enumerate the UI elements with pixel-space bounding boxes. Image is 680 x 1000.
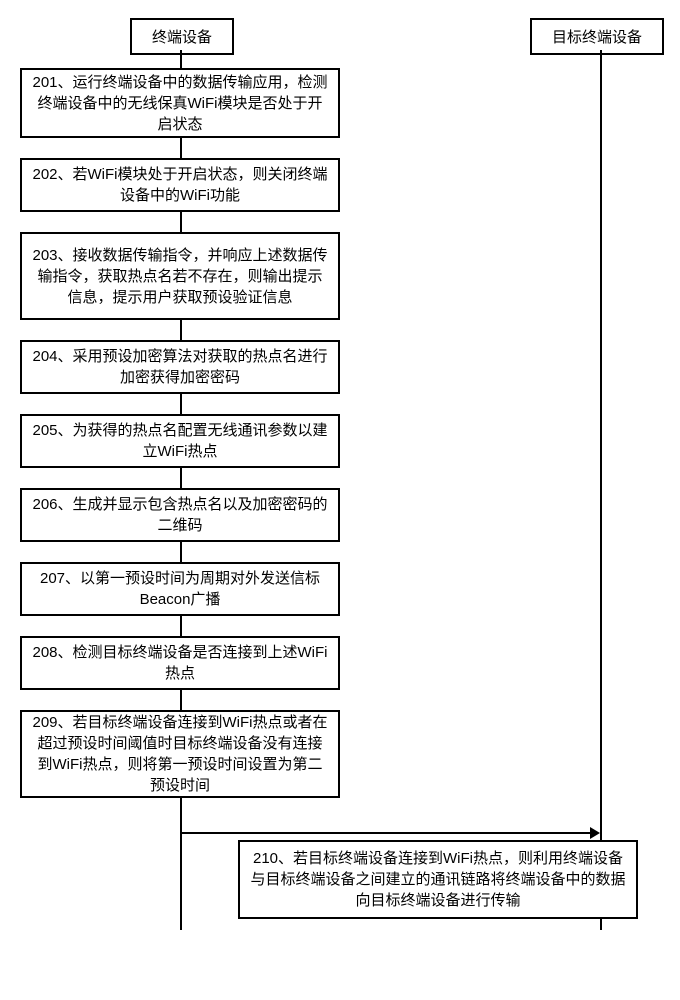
step-205: 205、为获得的热点名配置无线通讯参数以建立WiFi热点 bbox=[20, 414, 340, 468]
step-203: 203、接收数据传输指令，并响应上述数据传输指令，获取热点名若不存在，则输出提示… bbox=[20, 232, 340, 320]
message-arrow-line bbox=[182, 832, 592, 834]
header-target-terminal-device: 目标终端设备 bbox=[530, 18, 664, 55]
message-arrow-head-icon bbox=[590, 827, 600, 839]
step-204: 204、采用预设加密算法对获取的热点名进行加密获得加密密码 bbox=[20, 340, 340, 394]
step-201-text: 201、运行终端设备中的数据传输应用，检测终端设备中的无线保真WiFi模块是否处… bbox=[32, 72, 328, 135]
step-202: 202、若WiFi模块处于开启状态，则关闭终端设备中的WiFi功能 bbox=[20, 158, 340, 212]
step-207: 207、以第一预设时间为周期对外发送信标Beacon广播 bbox=[20, 562, 340, 616]
step-206: 206、生成并显示包含热点名以及加密密码的二维码 bbox=[20, 488, 340, 542]
step-201: 201、运行终端设备中的数据传输应用，检测终端设备中的无线保真WiFi模块是否处… bbox=[20, 68, 340, 138]
step-208: 208、检测目标终端设备是否连接到上述WiFi热点 bbox=[20, 636, 340, 690]
step-202-text: 202、若WiFi模块处于开启状态，则关闭终端设备中的WiFi功能 bbox=[32, 164, 328, 206]
step-206-text: 206、生成并显示包含热点名以及加密密码的二维码 bbox=[32, 494, 328, 536]
step-207-text: 207、以第一预设时间为周期对外发送信标Beacon广播 bbox=[32, 568, 328, 610]
step-210: 210、若目标终端设备连接到WiFi热点，则利用终端设备与目标终端设备之间建立的… bbox=[238, 840, 638, 919]
lifeline-target-terminal-device bbox=[600, 50, 602, 930]
step-209-text: 209、若目标终端设备连接到WiFi热点或者在超过预设时间阈值时目标终端设备没有… bbox=[32, 712, 328, 796]
header-terminal-device: 终端设备 bbox=[130, 18, 234, 55]
step-209: 209、若目标终端设备连接到WiFi热点或者在超过预设时间阈值时目标终端设备没有… bbox=[20, 710, 340, 798]
step-204-text: 204、采用预设加密算法对获取的热点名进行加密获得加密密码 bbox=[32, 346, 328, 388]
step-210-text: 210、若目标终端设备连接到WiFi热点，则利用终端设备与目标终端设备之间建立的… bbox=[250, 850, 625, 909]
step-205-text: 205、为获得的热点名配置无线通讯参数以建立WiFi热点 bbox=[32, 420, 328, 462]
step-203-text: 203、接收数据传输指令，并响应上述数据传输指令，获取热点名若不存在，则输出提示… bbox=[32, 245, 328, 308]
step-208-text: 208、检测目标终端设备是否连接到上述WiFi热点 bbox=[32, 642, 328, 684]
